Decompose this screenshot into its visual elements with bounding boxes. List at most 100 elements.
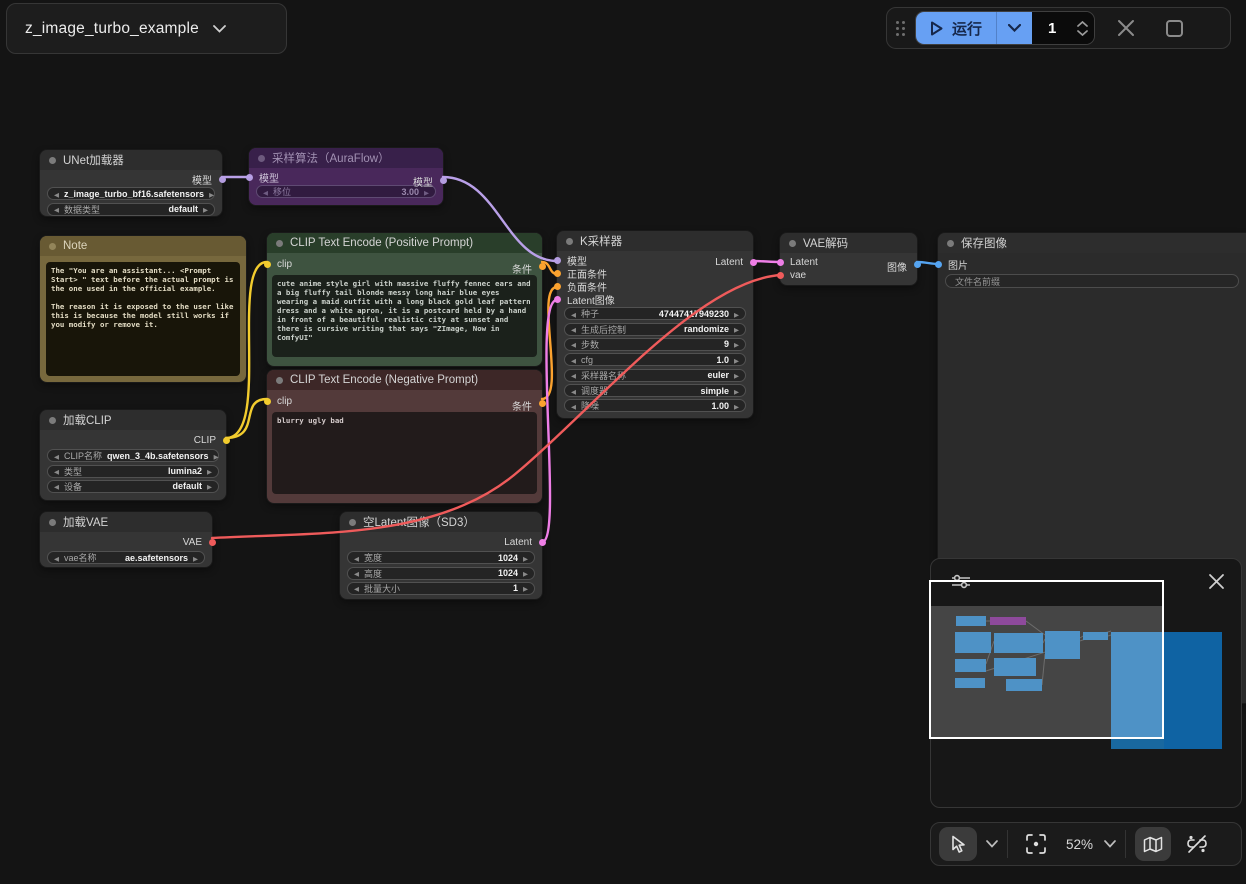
node-title-bar[interactable]: CLIP Text Encode (Negative Prompt)	[267, 370, 542, 390]
prev-arrow-icon[interactable]	[263, 187, 268, 197]
next-arrow-icon[interactable]	[214, 451, 219, 461]
node-unet-loader[interactable]: UNet加载器 模型 z_image_turbo_bf16.safetensor…	[40, 150, 226, 216]
next-arrow-icon[interactable]	[207, 481, 212, 491]
node-title-bar[interactable]: VAE解码	[780, 233, 917, 253]
next-arrow-icon[interactable]	[203, 204, 208, 214]
collapse-dot-icon[interactable]	[276, 376, 283, 384]
node-title-bar[interactable]: CLIP Text Encode (Positive Prompt)	[267, 233, 542, 253]
collapse-dot-icon[interactable]	[789, 239, 796, 247]
prev-arrow-icon[interactable]	[54, 481, 59, 491]
widget-width[interactable]: 宽度 1024	[347, 551, 535, 565]
widget-unet-name[interactable]: z_image_turbo_bf16.safetensors	[47, 187, 215, 201]
prev-arrow-icon[interactable]	[571, 355, 576, 365]
latent-input-port[interactable]	[553, 296, 561, 303]
prev-arrow-icon[interactable]	[54, 466, 59, 476]
prev-arrow-icon[interactable]	[571, 370, 576, 380]
prev-arrow-icon[interactable]	[571, 401, 576, 411]
node-title-bar[interactable]: 加载VAE	[40, 512, 212, 532]
collapse-dot-icon[interactable]	[49, 156, 56, 164]
collapse-dot-icon[interactable]	[258, 154, 265, 162]
latent-output-port[interactable]	[538, 539, 546, 546]
vae-output-port[interactable]	[208, 539, 216, 546]
tool-options-chevron-icon[interactable]	[986, 840, 998, 848]
widget-sampler-name[interactable]: 采样器名称 euler	[564, 368, 746, 382]
collapse-dot-icon[interactable]	[49, 242, 56, 250]
prev-arrow-icon[interactable]	[354, 568, 359, 578]
widget-cfg[interactable]: cfg 1.0	[564, 353, 746, 367]
next-arrow-icon[interactable]	[734, 401, 739, 411]
collapse-dot-icon[interactable]	[349, 518, 356, 526]
widget-device[interactable]: 设备 default	[47, 479, 219, 493]
minimap-viewport-rect[interactable]	[929, 580, 1164, 739]
collapse-dot-icon[interactable]	[947, 239, 954, 247]
minimap-panel[interactable]	[929, 558, 1242, 808]
run-button[interactable]: 运行	[916, 12, 997, 44]
node-title-bar[interactable]: UNet加载器	[40, 150, 222, 170]
node-note[interactable]: Note The "You are an assistant... <Promp…	[40, 236, 246, 382]
latent-output-port[interactable]	[749, 259, 757, 266]
minimap-toggle-button[interactable]	[1135, 827, 1172, 861]
widget-height[interactable]: 高度 1024	[347, 566, 535, 580]
node-title-bar[interactable]: 保存图像	[938, 233, 1246, 253]
widget-steps[interactable]: 步数 9	[564, 337, 746, 351]
node-title-bar[interactable]: K采样器	[557, 231, 753, 251]
node-title-bar[interactable]: 空Latent图像（SD3）	[340, 512, 542, 532]
next-arrow-icon[interactable]	[734, 309, 739, 319]
prev-arrow-icon[interactable]	[571, 386, 576, 396]
node-empty-latent-image[interactable]: 空Latent图像（SD3） Latent 宽度 1024 高度 1024 批	[340, 512, 546, 599]
next-arrow-icon[interactable]	[523, 553, 528, 563]
model-input-port[interactable]	[553, 257, 561, 264]
widget-weight-dtype[interactable]: 数据类型 default	[47, 202, 215, 216]
prev-arrow-icon[interactable]	[54, 189, 59, 199]
comfyui-canvas[interactable]: UNet加载器 模型 z_image_turbo_bf16.safetensor…	[0, 0, 1246, 884]
prev-arrow-icon[interactable]	[54, 204, 59, 214]
next-arrow-icon[interactable]	[523, 568, 528, 578]
prev-arrow-icon[interactable]	[354, 583, 359, 593]
node-title-bar[interactable]: 加载CLIP	[40, 410, 226, 430]
positive-input-port[interactable]	[553, 270, 561, 277]
note-textarea[interactable]: The "You are an assistant... <Prompt Sta…	[46, 262, 240, 376]
latent-input-port[interactable]	[776, 259, 784, 266]
clip-input-port[interactable]	[263, 260, 271, 268]
next-arrow-icon[interactable]	[734, 370, 739, 380]
next-arrow-icon[interactable]	[207, 466, 212, 476]
zoom-chevron-icon[interactable]	[1104, 840, 1116, 848]
clip-output-port[interactable]	[222, 437, 230, 444]
vae-input-port[interactable]	[776, 272, 784, 279]
stepper-up-icon[interactable]	[1077, 20, 1088, 27]
collapse-dot-icon[interactable]	[566, 237, 573, 245]
cancel-button[interactable]	[1111, 13, 1141, 43]
next-arrow-icon[interactable]	[734, 386, 739, 396]
widget-scheduler[interactable]: 调度器 simple	[564, 384, 746, 398]
node-clip-text-encode-positive[interactable]: CLIP Text Encode (Positive Prompt) clip …	[263, 233, 546, 366]
next-arrow-icon[interactable]	[193, 553, 198, 563]
widget-filename-prefix[interactable]: 文件名前缀	[945, 274, 1239, 288]
node-ksampler[interactable]: K采样器 模型 Latent 正面条件 负面条件 Latent图像 ◀ 种子 4…	[553, 231, 757, 418]
clip-input-port[interactable]	[263, 397, 271, 405]
node-title-bar[interactable]: Note	[40, 236, 246, 256]
model-output-port[interactable]	[218, 176, 226, 183]
widget-clip-type[interactable]: 类型 lumina2	[47, 464, 219, 478]
select-tool-button[interactable]	[939, 827, 977, 861]
node-vae-decode[interactable]: VAE解码 Latent 图像 vae	[776, 233, 921, 285]
widget-batch-size[interactable]: 批量大小 1	[347, 581, 535, 595]
widget-denoise[interactable]: 降噪 1.00	[564, 399, 746, 413]
workflow-tab[interactable]: z_image_turbo_example	[6, 3, 287, 54]
chevron-down-icon[interactable]	[213, 24, 226, 33]
run-options-button[interactable]	[996, 12, 1033, 44]
next-arrow-icon[interactable]	[734, 324, 739, 334]
collapse-dot-icon[interactable]	[276, 239, 283, 247]
model-output-port[interactable]	[439, 177, 447, 184]
widget-vae-name[interactable]: vae名称 ae.safetensors	[47, 551, 205, 565]
prev-arrow-icon[interactable]	[571, 324, 576, 334]
images-input-port[interactable]	[934, 260, 942, 268]
collapse-dot-icon[interactable]	[49, 518, 56, 526]
image-output-port[interactable]	[913, 261, 921, 268]
fit-view-button[interactable]	[1017, 827, 1055, 861]
next-arrow-icon[interactable]	[734, 339, 739, 349]
prev-arrow-icon[interactable]	[54, 553, 59, 563]
prev-arrow-icon[interactable]	[354, 553, 359, 563]
node-load-vae[interactable]: 加载VAE VAE vae名称 ae.safetensors	[40, 512, 216, 567]
stepper-down-icon[interactable]	[1077, 29, 1088, 36]
widget-clip-name[interactable]: CLIP名称 qwen_3_4b.safetensors	[47, 449, 219, 463]
